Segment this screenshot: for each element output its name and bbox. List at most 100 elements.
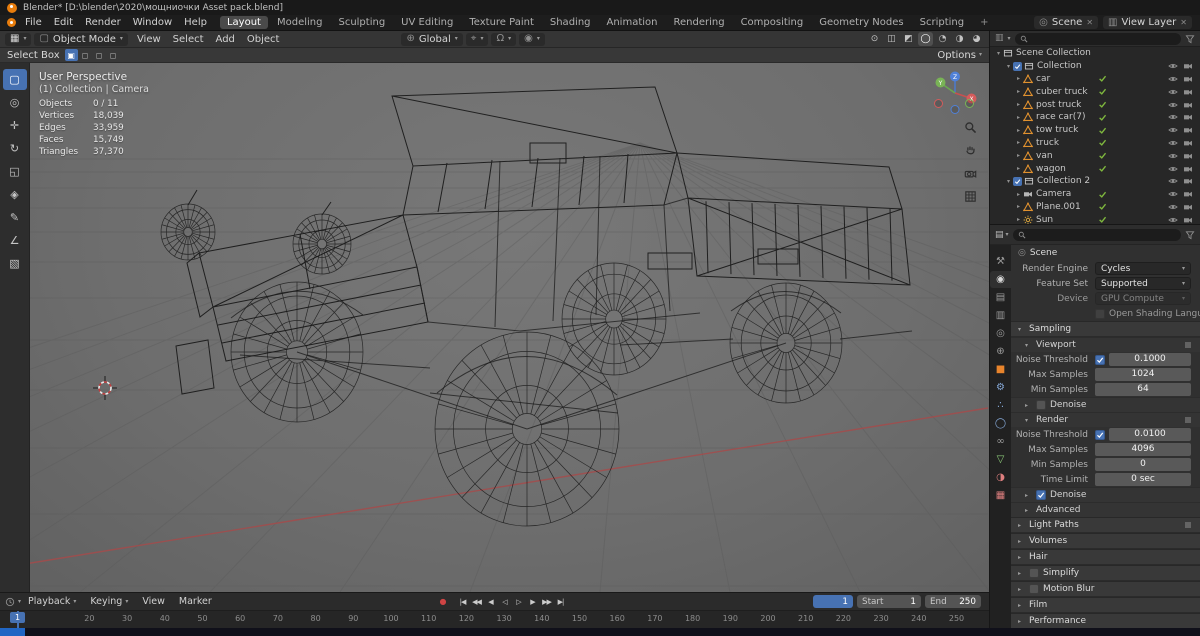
- viewport-denoise-checkbox[interactable]: [1036, 400, 1046, 410]
- properties-tab-object[interactable]: ■: [990, 361, 1011, 378]
- device-dropdown[interactable]: GPU Compute ▾: [1095, 292, 1191, 305]
- properties-tab-render[interactable]: ◉: [990, 271, 1011, 288]
- disclosure-icon[interactable]: ▸: [1014, 152, 1023, 159]
- transform-orientation-dropdown[interactable]: ⊕ Global ▾: [401, 32, 463, 46]
- outliner-row[interactable]: ▾ Collection 2: [990, 175, 1200, 188]
- presets-menu-icon[interactable]: [1183, 520, 1193, 530]
- workspace-tab-rendering[interactable]: Rendering: [666, 16, 731, 29]
- menu-window[interactable]: Window: [127, 15, 178, 30]
- hide-in-viewport-icon[interactable]: [1168, 100, 1178, 110]
- outliner-row[interactable]: ▸ car: [990, 73, 1200, 86]
- hide-in-viewport-icon[interactable]: [1168, 138, 1178, 148]
- panel-volumes[interactable]: ▸ Volumes: [1011, 533, 1200, 549]
- outliner-row[interactable]: ▾ Collection: [990, 60, 1200, 73]
- disable-in-renders-icon[interactable]: [1183, 202, 1193, 212]
- hide-in-viewport-icon[interactable]: [1168, 74, 1178, 84]
- properties-tab-scene[interactable]: ◎: [990, 325, 1011, 342]
- tool-scale[interactable]: ◱: [3, 161, 27, 182]
- presets-menu-icon[interactable]: [1183, 340, 1193, 350]
- panel-simplify[interactable]: ▸ Simplify: [1011, 565, 1200, 581]
- properties-editor-icon[interactable]: ▤ ▾: [995, 230, 1009, 240]
- mode-dropdown[interactable]: ▢ Object Mode ▾: [34, 32, 128, 46]
- zoom-view-button[interactable]: [961, 118, 979, 136]
- viewport-menu-view[interactable]: View: [131, 31, 167, 47]
- hide-in-viewport-icon[interactable]: [1168, 215, 1178, 224]
- properties-tab-data[interactable]: ▽: [990, 451, 1011, 468]
- disable-in-renders-icon[interactable]: [1183, 215, 1193, 224]
- next-frame-button[interactable]: ▶: [526, 595, 539, 608]
- workspace-tab-shading[interactable]: Shading: [543, 16, 598, 29]
- timeline-ruler[interactable]: 1 02030405060708090100110120130140150160…: [0, 610, 989, 628]
- outliner-row[interactable]: ▸ van: [990, 149, 1200, 162]
- disable-in-renders-icon[interactable]: [1183, 176, 1193, 186]
- timeline-menu-keying[interactable]: Keying ▾: [84, 596, 134, 607]
- hide-in-viewport-icon[interactable]: [1168, 164, 1178, 174]
- outliner-row[interactable]: ▸ cuber truck: [990, 85, 1200, 98]
- panel-sampling-viewport[interactable]: ▾ Viewport: [1011, 337, 1200, 352]
- outliner-filter-icon[interactable]: [1185, 34, 1195, 44]
- render-min-samples-field[interactable]: 0: [1095, 458, 1191, 471]
- outliner-row[interactable]: ▸ tow truck: [990, 124, 1200, 137]
- panel-motion-blur[interactable]: ▸ Motion Blur: [1011, 581, 1200, 597]
- jump-to-next-keyframe-button[interactable]: ▶▶: [540, 595, 553, 608]
- viewport-menu-add[interactable]: Add: [210, 31, 241, 47]
- disclosure-icon[interactable]: ▸: [1014, 216, 1023, 223]
- select-mode-new[interactable]: ▣: [64, 49, 78, 61]
- tool-add-cube[interactable]: ▧: [3, 253, 27, 274]
- hide-in-viewport-icon[interactable]: [1168, 202, 1178, 212]
- outliner-row[interactable]: ▸ Plane.001: [990, 201, 1200, 214]
- render-noise-threshold-checkbox[interactable]: [1095, 429, 1105, 440]
- properties-tab-particles[interactable]: ∴: [990, 397, 1011, 414]
- options-dropdown[interactable]: Options ▾: [937, 50, 982, 61]
- properties-tab-world[interactable]: ⊕: [990, 343, 1011, 360]
- hide-in-viewport-icon[interactable]: [1168, 189, 1178, 199]
- disclosure-icon[interactable]: ▸: [1014, 165, 1023, 172]
- osl-checkbox[interactable]: [1095, 308, 1105, 319]
- tool-cursor[interactable]: ◎: [3, 92, 27, 113]
- disable-in-renders-icon[interactable]: [1183, 125, 1193, 135]
- proportional-editing-dropdown[interactable]: ◉ ▾: [519, 32, 545, 46]
- frame-end-field[interactable]: End 250: [925, 595, 981, 608]
- properties-filter-icon[interactable]: [1185, 230, 1195, 240]
- workspace-tab-animation[interactable]: Animation: [600, 16, 665, 29]
- blender-menu-icon[interactable]: [7, 18, 16, 27]
- outliner-row[interactable]: ▸ truck: [990, 137, 1200, 150]
- gizmo-negative-y-axis[interactable]: [965, 99, 974, 108]
- workspace-tab-texture-paint[interactable]: Texture Paint: [462, 16, 541, 29]
- panel-film[interactable]: ▸ Film: [1011, 597, 1200, 613]
- panel-sampling-render[interactable]: ▾ Render: [1011, 412, 1200, 427]
- workspace-tab-uv-editing[interactable]: UV Editing: [394, 16, 460, 29]
- play-button[interactable]: ▷: [512, 595, 525, 608]
- disable-in-renders-icon[interactable]: [1183, 74, 1193, 84]
- timeline-menu-marker[interactable]: Marker: [173, 596, 218, 607]
- view-layer-dropdown[interactable]: ▥ View Layer ✕: [1103, 16, 1192, 29]
- select-mode-subtract[interactable]: ◻: [93, 49, 106, 61]
- panel-render-denoise[interactable]: ▸ Denoise: [1011, 487, 1200, 502]
- panel-performance[interactable]: ▸ Performance: [1011, 613, 1200, 628]
- render-denoise-checkbox[interactable]: [1036, 490, 1046, 500]
- disclosure-icon[interactable]: ▾: [1004, 63, 1013, 70]
- show-gizmos-toggle[interactable]: ⊙: [867, 32, 882, 46]
- disclosure-icon[interactable]: ▸: [1014, 114, 1023, 121]
- tool-move[interactable]: ✛: [3, 115, 27, 136]
- properties-tab-texture[interactable]: ▦: [990, 487, 1011, 504]
- timeline-menu-playback[interactable]: Playback ▾: [22, 596, 82, 607]
- frame-start-field[interactable]: Start 1: [857, 595, 921, 608]
- outliner-row[interactable]: ▾ Scene Collection: [990, 47, 1200, 60]
- remove-view-layer-icon[interactable]: ✕: [1180, 18, 1187, 27]
- previous-frame-button[interactable]: ◀: [484, 595, 497, 608]
- viewport-menu-select[interactable]: Select: [167, 31, 210, 47]
- toggle-projection-button[interactable]: [961, 187, 979, 205]
- shading-rendered-button[interactable]: ◕: [969, 32, 984, 46]
- disclosure-icon[interactable]: ▸: [1014, 127, 1023, 134]
- panel-sampling[interactable]: ▾ Sampling: [1011, 321, 1200, 337]
- properties-tab-physics[interactable]: ◯: [990, 415, 1011, 432]
- outliner-row[interactable]: ▸ race car(7): [990, 111, 1200, 124]
- hide-in-viewport-icon[interactable]: [1168, 176, 1178, 186]
- outliner-search-input[interactable]: [1014, 32, 1181, 45]
- jump-to-end-button[interactable]: ▶|: [554, 595, 567, 608]
- hide-in-viewport-icon[interactable]: [1168, 61, 1178, 71]
- editor-type-button[interactable]: ▦ ▾: [5, 32, 32, 46]
- hide-in-viewport-icon[interactable]: [1168, 125, 1178, 135]
- playhead[interactable]: 1: [10, 611, 25, 628]
